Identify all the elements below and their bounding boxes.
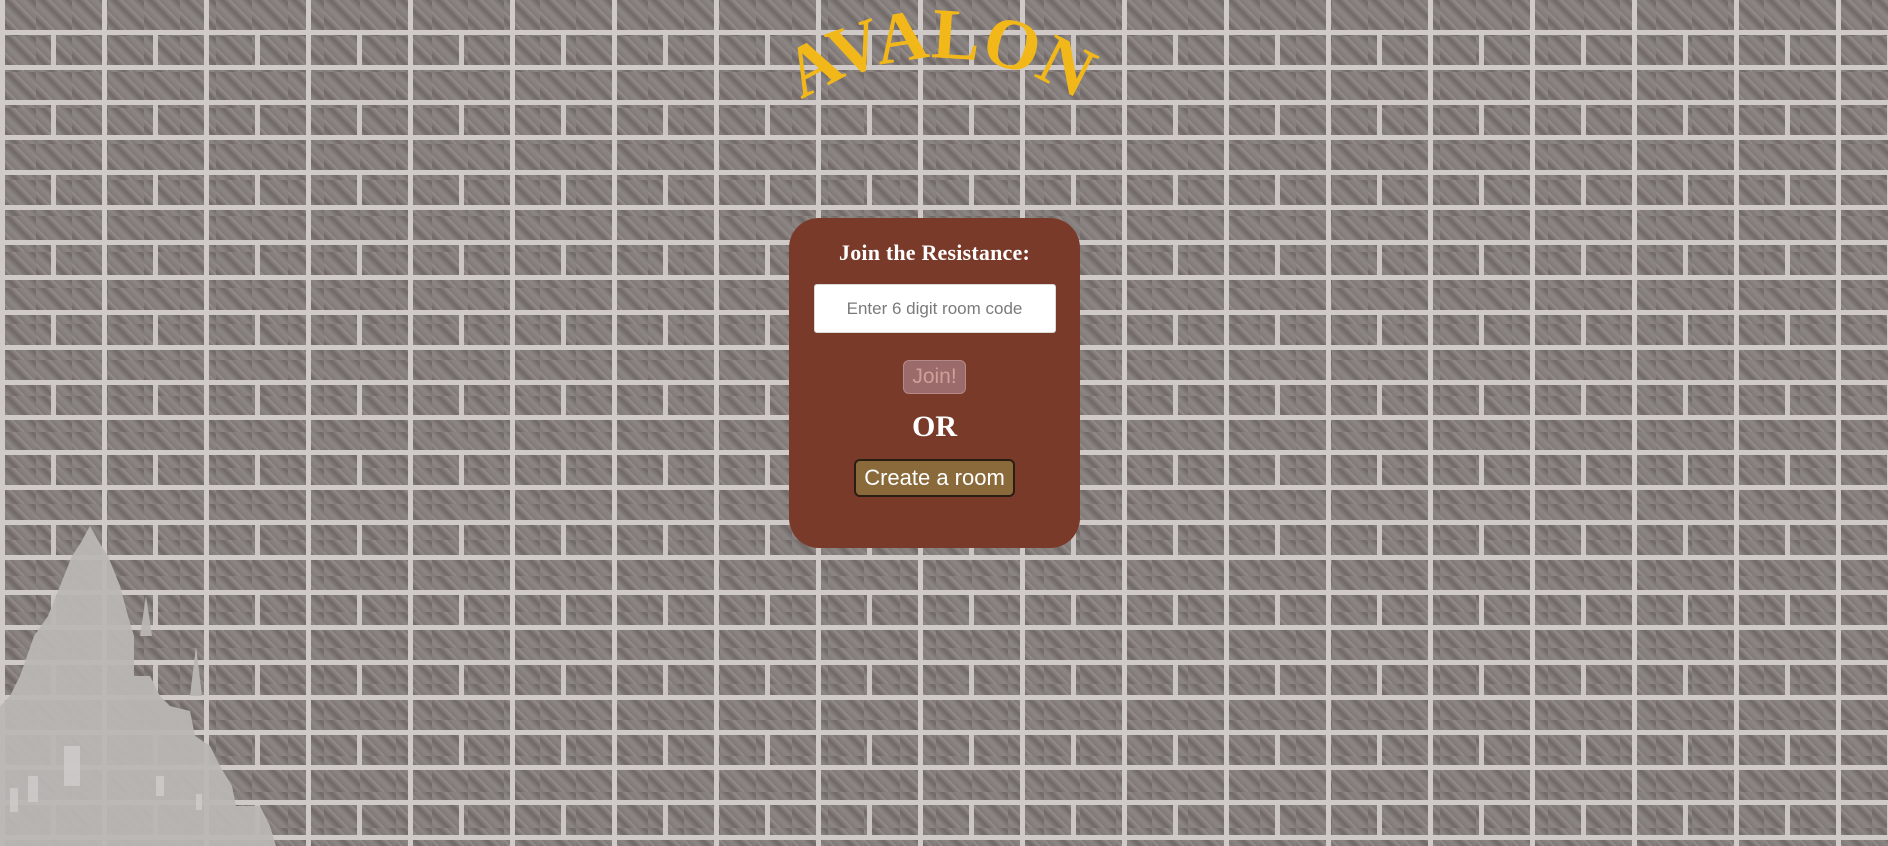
app-logo-text: AVALON	[771, 10, 1108, 114]
or-divider-label: OR	[912, 410, 957, 443]
app-logo: AVALON	[770, 10, 1110, 120]
join-panel: Join the Resistance: Join! OR Create a r…	[789, 218, 1080, 548]
castle-silhouette-icon	[0, 526, 300, 846]
join-button[interactable]: Join!	[903, 360, 966, 394]
join-panel-title: Join the Resistance:	[839, 240, 1030, 265]
create-room-button[interactable]: Create a room	[854, 459, 1015, 497]
room-code-input[interactable]	[813, 284, 1056, 333]
